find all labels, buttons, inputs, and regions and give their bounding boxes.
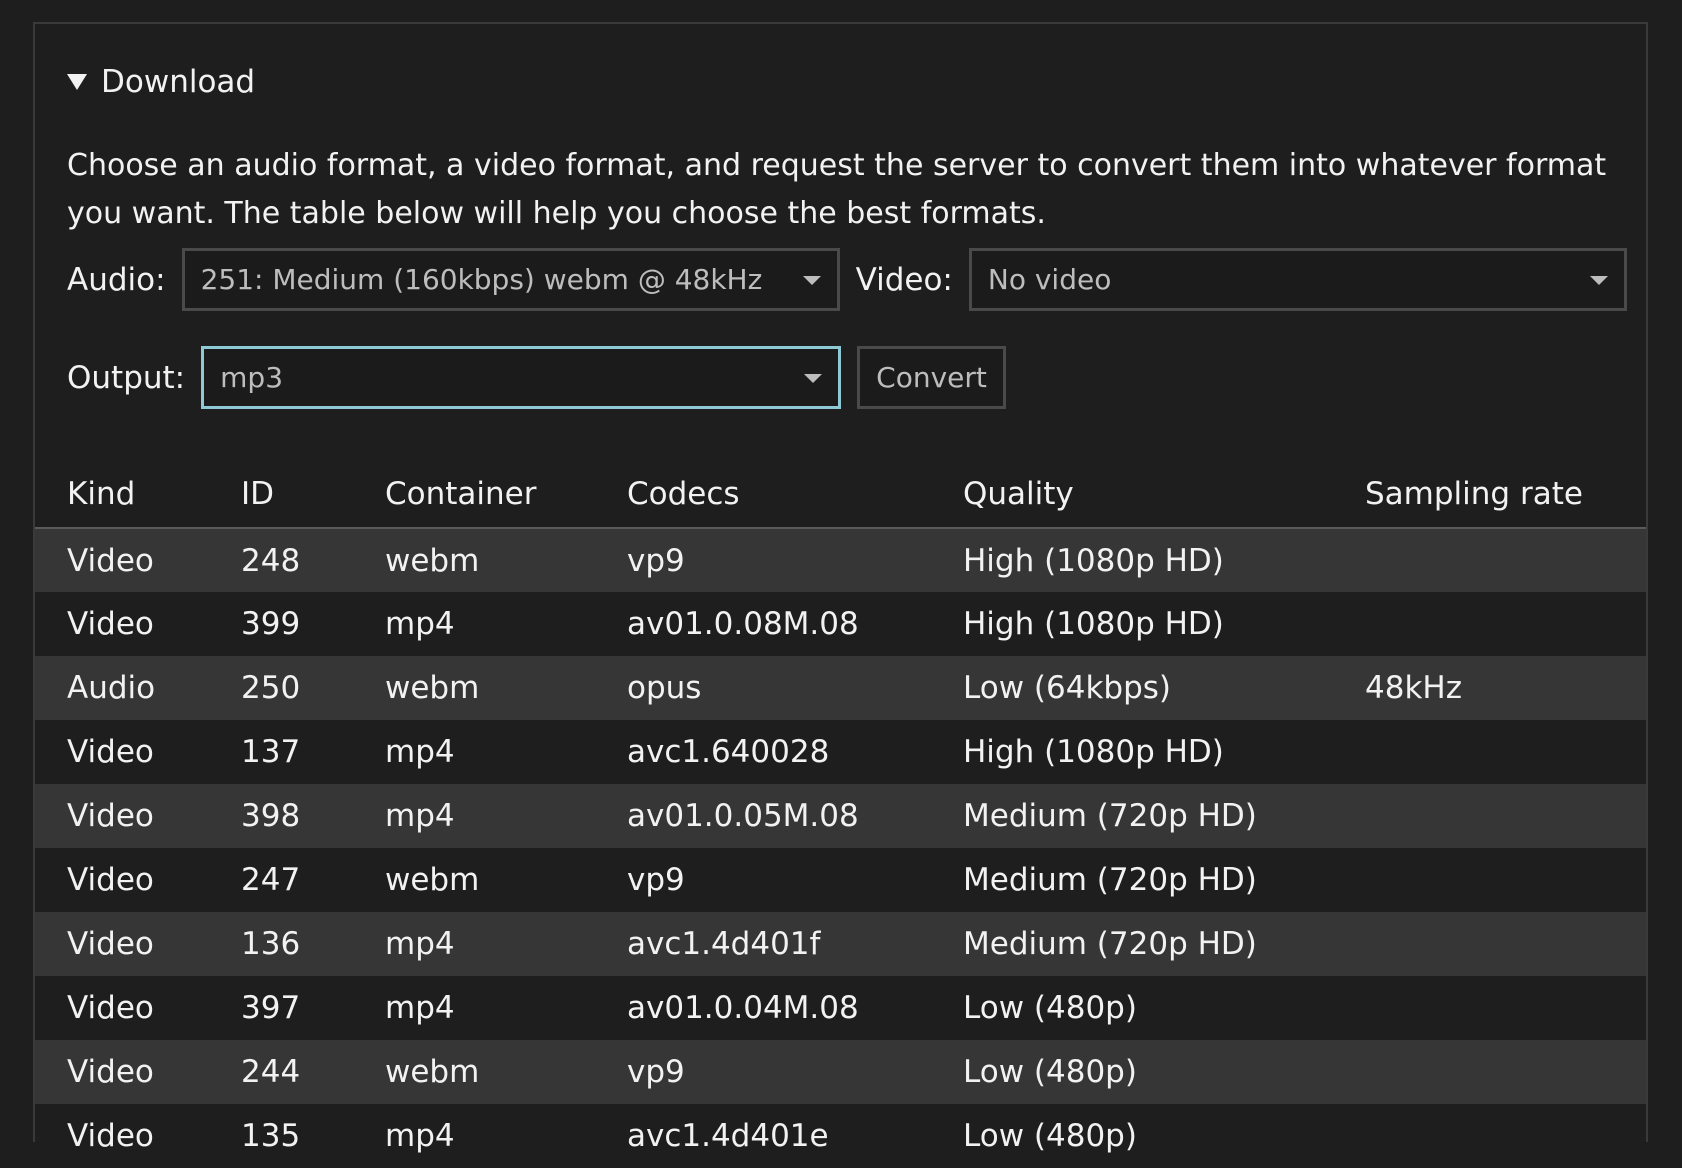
table-row: Video 244 webm vp9 Low (480p) [35,1040,1646,1104]
cell-quality: Low (480p) [963,1054,1137,1090]
cell-sampling-rate [1365,784,1646,848]
audio-label: Audio: [67,261,166,298]
cell-codecs: avc1.4d401f [627,926,821,962]
cell-container: webm [385,670,480,706]
download-description: Choose an audio format, a video format, … [67,148,1607,231]
cell-quality: High (1080p HD) [963,606,1224,642]
column-header-codecs: Codecs [627,460,963,529]
cell-id: 247 [241,862,301,898]
audio-format-select[interactable]: 251: Medium (160kbps) webm @ 48kHz [181,248,840,311]
download-summary-toggle[interactable]: Download [67,64,255,100]
cell-container: mp4 [385,606,455,642]
download-panel: Download Choose an audio format, a video… [33,22,1648,1168]
cell-sampling-rate [1365,848,1646,912]
cell-codecs: opus [627,670,702,706]
cell-quality: Medium (720p HD) [963,926,1257,962]
chevron-down-icon [802,275,821,285]
cell-kind: Video [67,1054,154,1090]
cell-sampling-rate [1365,1040,1646,1104]
cell-codecs: vp9 [627,862,685,898]
video-format-value: No video [987,263,1112,296]
video-label: Video: [855,261,953,298]
formats-table: Kind ID Container Codecs Quality Samplin… [35,460,1646,1168]
column-header-id: ID [241,460,385,529]
cell-container: webm [385,542,480,579]
table-row: Audio 250 webm opus Low (64kbps) 48kHz [35,656,1646,720]
cell-id: 398 [241,798,301,834]
table-row: Video 137 mp4 avc1.640028 High (1080p HD… [35,720,1646,784]
table-row: Video 398 mp4 av01.0.05M.08 Medium (720p… [35,784,1646,848]
cell-quality: Low (480p) [963,990,1137,1026]
video-format-select[interactable]: No video [968,248,1627,311]
cell-quality: Low (480p) [963,1118,1137,1154]
cell-quality: Low (64kbps) [963,670,1171,706]
cell-kind: Video [67,798,154,834]
cell-sampling-rate: 48kHz [1365,670,1462,706]
cell-id: 135 [241,1118,301,1154]
disclosure-triangle-icon [67,74,87,90]
cell-sampling-rate [1365,720,1646,784]
cell-id: 136 [241,926,301,962]
cell-sampling-rate [1365,1104,1646,1168]
cell-container: webm [385,862,480,898]
output-format-select[interactable]: mp3 [201,346,842,409]
cell-id: 244 [241,1054,301,1090]
output-row: Output: mp3 Convert [67,346,1006,409]
download-summary-label: Download [101,64,256,100]
table-header-row: Kind ID Container Codecs Quality Samplin… [35,460,1646,529]
cell-codecs: av01.0.08M.08 [627,606,859,642]
cell-id: 397 [241,990,301,1026]
cell-sampling-rate [1365,592,1646,656]
cell-kind: Video [67,734,154,770]
cell-id: 250 [241,670,301,706]
table-row: Video 248 webm vp9 High (1080p HD) [35,528,1646,592]
cell-kind: Video [67,1118,154,1154]
column-header-quality: Quality [963,460,1365,529]
audio-format-value: 251: Medium (160kbps) webm @ 48kHz [200,263,763,296]
cell-sampling-rate [1365,912,1646,976]
output-format-value: mp3 [220,361,284,394]
cell-container: mp4 [385,1118,455,1154]
cell-container: mp4 [385,734,455,770]
cell-quality: High (1080p HD) [963,542,1224,579]
cell-sampling-rate [1365,528,1646,592]
cell-id: 248 [241,542,301,579]
table-row: Video 397 mp4 av01.0.04M.08 Low (480p) [35,976,1646,1040]
table-row: Video 136 mp4 avc1.4d401f Medium (720p H… [35,912,1646,976]
cell-sampling-rate [1365,976,1646,1040]
cell-codecs: avc1.640028 [627,734,830,770]
convert-button[interactable]: Convert [857,346,1006,409]
cell-kind: Video [67,990,154,1026]
column-header-sampling-rate: Sampling rate [1365,460,1646,529]
chevron-down-icon [804,373,823,383]
cell-container: webm [385,1054,480,1090]
cell-codecs: av01.0.04M.08 [627,990,859,1026]
cell-kind: Video [67,862,154,898]
output-label: Output: [67,359,186,396]
cell-kind: Video [67,926,154,962]
cell-codecs: av01.0.05M.08 [627,798,859,834]
cell-id: 399 [241,606,301,642]
cell-kind: Video [67,606,154,642]
chevron-down-icon [1589,275,1608,285]
table-row: Video 399 mp4 av01.0.08M.08 High (1080p … [35,592,1646,656]
table-row: Video 247 webm vp9 Medium (720p HD) [35,848,1646,912]
format-selection-row: Audio: 251: Medium (160kbps) webm @ 48kH… [67,248,1627,311]
table-row: Video 135 mp4 avc1.4d401e Low (480p) [35,1104,1646,1168]
cell-quality: High (1080p HD) [963,734,1224,770]
cell-codecs: vp9 [627,542,685,579]
cell-kind: Video [67,542,154,579]
cell-codecs: avc1.4d401e [627,1118,829,1154]
cell-id: 137 [241,734,301,770]
cell-quality: Medium (720p HD) [963,798,1257,834]
cell-kind: Audio [67,670,156,706]
cell-container: mp4 [385,798,455,834]
cell-container: mp4 [385,926,455,962]
column-header-kind: Kind [35,460,241,529]
column-header-container: Container [385,460,627,529]
cell-codecs: vp9 [627,1054,685,1090]
cell-container: mp4 [385,990,455,1026]
cell-quality: Medium (720p HD) [963,862,1257,898]
